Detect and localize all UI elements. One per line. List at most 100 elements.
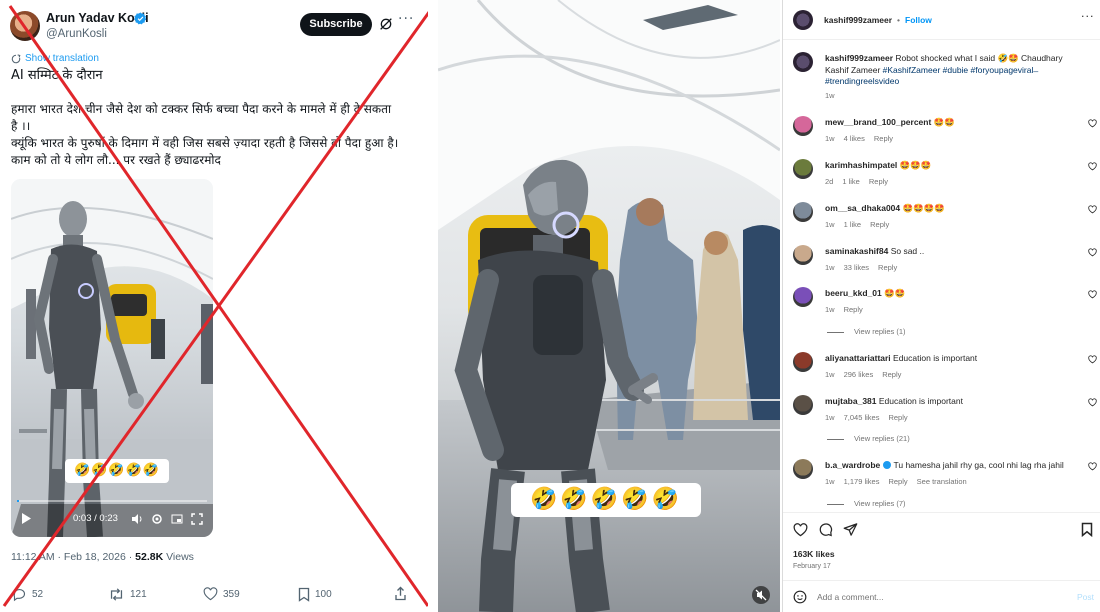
comment-text: b.a_wardrobe Tu hamesha jahil rhy ga, co… <box>825 459 1075 471</box>
comment-likes[interactable]: 33 likes <box>844 263 869 272</box>
reply-link[interactable]: Reply <box>869 177 888 186</box>
comment-likes[interactable]: 296 likes <box>844 370 874 379</box>
post-comment-button[interactable]: Post <box>1077 592 1094 602</box>
post-caption: kashif999zameer Robot shocked what I sai… <box>825 53 1087 88</box>
comment-row: saminakashif84 So sad .. 1w 33 likes Reply <box>783 245 1100 285</box>
comment-likes[interactable]: 4 likes <box>844 134 865 143</box>
commenter-username[interactable]: b.a_wardrobe <box>825 460 880 470</box>
commenter-username[interactable]: karimhashimpatel <box>825 160 897 170</box>
comment-text: aliyanattariattari Education is importan… <box>825 352 1075 364</box>
follow-button[interactable]: Follow <box>905 15 932 25</box>
caption-avatar[interactable] <box>793 52 813 72</box>
instagram-panel: kashif999zameer • Follow ··· kashif999za… <box>782 0 1100 612</box>
view-replies-link[interactable]: View replies (7) <box>827 499 906 508</box>
save-bookmark-icon[interactable] <box>1081 522 1093 537</box>
comment-row: karimhashimpatel 🤩🤩🤩 2d 1 like Reply <box>783 159 1100 199</box>
emoji-smiley-icon[interactable] <box>793 590 807 604</box>
commenter-avatar[interactable] <box>793 202 813 222</box>
reply-link[interactable]: Reply <box>870 220 889 229</box>
reply-link[interactable]: Reply <box>882 370 901 379</box>
commenter-username[interactable]: mujtaba_381 <box>825 396 877 406</box>
commenter-avatar[interactable] <box>793 352 813 372</box>
comment-body: 🤩🤩🤩🤩 <box>900 203 945 213</box>
comment-meta: 1w 296 likes Reply <box>825 370 910 379</box>
likes-count[interactable]: 163K likes <box>793 549 835 559</box>
comment-meta: 1w Reply <box>825 305 872 314</box>
comment-text: karimhashimpatel 🤩🤩🤩 <box>825 159 1075 171</box>
comment-meta: 2d 1 like Reply <box>825 177 897 186</box>
comment-row: om__sa_dhaka004 🤩🤩🤩🤩 1w 1 like Reply <box>783 202 1100 242</box>
commenter-avatar[interactable] <box>793 287 813 307</box>
like-heart-icon[interactable] <box>793 523 808 537</box>
comment-body: 🤩🤩 <box>881 288 906 298</box>
poster-username[interactable]: kashif999zameer <box>824 15 892 25</box>
mute-button[interactable] <box>752 586 770 604</box>
post-date[interactable]: February 17 <box>793 563 831 570</box>
more-options-icon[interactable]: ··· <box>1081 10 1095 23</box>
post-action-bar: 163K likes February 17 Post <box>783 512 1100 612</box>
comment-row: b.a_wardrobe Tu hamesha jahil rhy ga, co… <box>783 459 1100 499</box>
reply-link[interactable]: Reply <box>878 263 897 272</box>
view-replies-link[interactable]: View replies (21) <box>827 434 910 443</box>
comment-like-heart-icon[interactable] <box>1088 462 1097 471</box>
commenter-avatar[interactable] <box>793 459 813 479</box>
comment-likes[interactable]: 1,179 likes <box>844 477 880 486</box>
commenter-avatar[interactable] <box>793 245 813 265</box>
comment-meta: 1w 33 likes Reply <box>825 263 906 272</box>
reply-link[interactable]: Reply <box>844 305 863 314</box>
reel-video[interactable]: 🤣🤣🤣🤣🤣 <box>438 0 780 612</box>
comment-row: mew__brand_100_percent 🤩🤩 1w 4 likes Reply <box>783 116 1100 156</box>
see-translation-link[interactable]: See translation <box>917 477 967 486</box>
comment-text: mujtaba_381 Education is important <box>825 395 1075 407</box>
comment-likes[interactable]: 7,045 likes <box>844 413 880 422</box>
commenter-username[interactable]: mew__brand_100_percent <box>825 117 931 127</box>
commenter-avatar[interactable] <box>793 159 813 179</box>
commenter-username[interactable]: aliyanattariattari <box>825 353 891 363</box>
divider <box>783 580 1100 581</box>
caption-username[interactable]: kashif999zameer <box>825 53 893 63</box>
comment-age: 1w <box>825 305 835 314</box>
comment-meta: 1w 7,045 likes Reply <box>825 413 917 422</box>
reply-link[interactable]: Reply <box>874 134 893 143</box>
comment-like-heart-icon[interactable] <box>1088 162 1097 171</box>
comment-body: 🤩🤩 <box>931 117 955 127</box>
poster-avatar[interactable] <box>793 10 813 30</box>
comment-like-heart-icon[interactable] <box>1088 205 1097 214</box>
commenter-username[interactable]: beeru_kkd_01 <box>825 288 882 298</box>
comment-meta: 1w 1 like Reply <box>825 220 898 229</box>
view-replies-link[interactable]: View replies (1) <box>827 327 906 336</box>
reply-link[interactable]: Reply <box>888 413 907 422</box>
comment-body: Education is important <box>876 396 963 406</box>
commenter-avatar[interactable] <box>793 395 813 415</box>
comment-body: Education is important <box>890 353 978 363</box>
comment-like-heart-icon[interactable] <box>1088 355 1097 364</box>
commenter-username[interactable]: saminakashif84 <box>825 246 888 256</box>
comment-like-heart-icon[interactable] <box>1088 248 1097 257</box>
comment-row: mujtaba_381 Education is important 1w 7,04… <box>783 395 1100 435</box>
comment-body: 🤩🤩🤩 <box>897 160 932 170</box>
comment-text: saminakashif84 So sad .. <box>825 245 1075 257</box>
comment-age: 1w <box>825 263 835 272</box>
comment-age: 2d <box>825 177 834 186</box>
reply-link[interactable]: Reply <box>888 477 907 486</box>
comment-body: So sad .. <box>888 246 925 256</box>
caption-age: 1w <box>825 91 835 100</box>
comment-age: 1w <box>825 413 835 422</box>
commenter-username[interactable]: om__sa_dhaka004 <box>825 203 900 213</box>
comment-icon[interactable] <box>818 522 833 537</box>
comment-like-heart-icon[interactable] <box>1088 119 1097 128</box>
comment-age: 1w <box>825 477 835 486</box>
share-paper-plane-icon[interactable] <box>843 522 858 537</box>
comment-text: beeru_kkd_01 🤩🤩 <box>825 287 1075 299</box>
reel-video-frame-illustration <box>438 0 780 612</box>
comment-like-heart-icon[interactable] <box>1088 398 1097 407</box>
post-header: kashif999zameer • Follow ··· <box>783 0 1100 40</box>
comment-likes[interactable]: 1 like <box>842 177 860 186</box>
comment-meta: 1w 1,179 likes Reply See translation <box>825 477 976 486</box>
add-comment-input[interactable] <box>817 590 1057 604</box>
comment-likes[interactable]: 1 like <box>844 220 862 229</box>
comment-age: 1w <box>825 220 835 229</box>
commenter-avatar[interactable] <box>793 116 813 136</box>
comment-like-heart-icon[interactable] <box>1088 290 1097 299</box>
comment-meta: 1w 4 likes Reply <box>825 134 902 143</box>
